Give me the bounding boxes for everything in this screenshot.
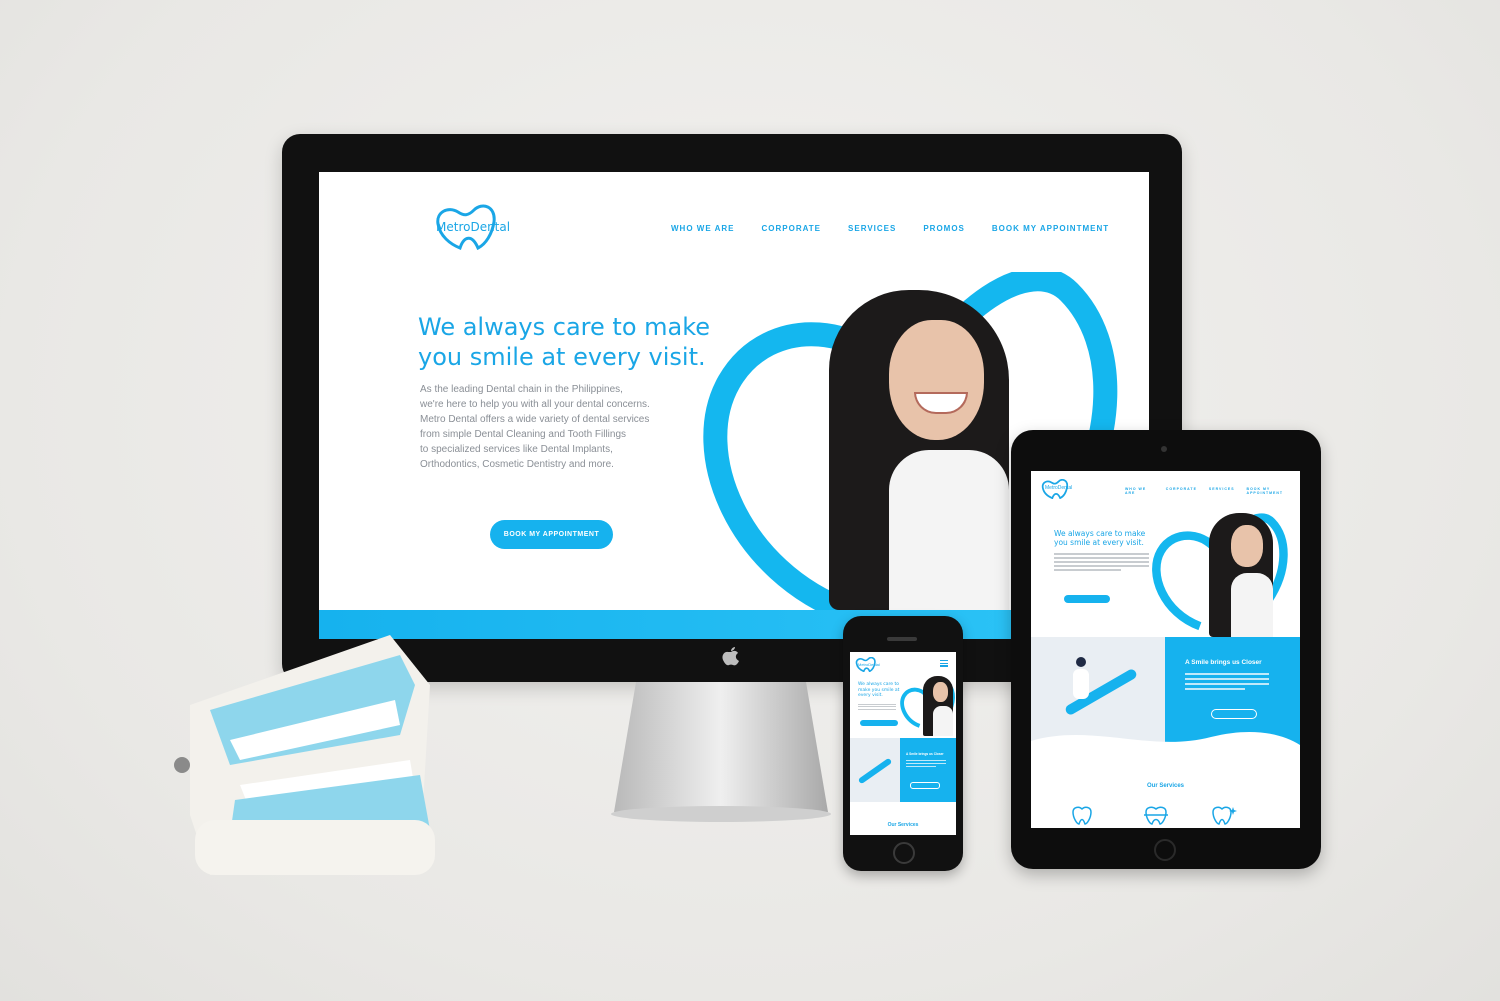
denture-model-image [174,635,435,875]
services-title: Our Services [1146,783,1185,789]
apple-logo-icon [722,647,739,666]
book-appointment-button[interactable] [860,720,898,726]
nav-services[interactable]: SERVICES [1209,487,1235,495]
nav-book-appointment[interactable]: BOOK MY APPOINTMENT [992,224,1109,233]
hero-title-line-1: We always care to make [418,313,711,341]
nav-promos[interactable]: PROMOS [923,224,965,233]
nav-who-we-are[interactable]: WHO WE ARE [671,224,734,233]
imac-stand [611,682,831,822]
learn-more-button[interactable] [1211,709,1257,719]
hero-title-line-2: you smile at every visit. [418,343,706,371]
hero-title: We always care to make you smile at ever… [1054,529,1145,547]
nav-services[interactable]: SERVICES [848,224,896,233]
section-title: A Smile brings us Closer [1185,659,1262,666]
hero-description [1054,551,1149,573]
learn-more-button[interactable] [910,782,940,789]
hero-person-image [829,290,1009,610]
closer-section: A Smile brings us Closer [900,738,956,802]
hero-title: We always care to make you smile at ever… [418,312,710,372]
section-title: A Smile brings us Closer [906,752,944,756]
hero-body-line: we're here to help you with all your den… [420,399,650,410]
nav-corporate[interactable]: CORPORATE [1166,487,1197,495]
site-logo[interactable]: MetroDental [434,204,512,250]
hero-body-line: As the leading Dental chain in the Phili… [420,384,623,395]
illustration-dentist [850,738,900,802]
book-appointment-button[interactable]: BOOK MY APPOINTMENT [490,520,613,549]
logo-text: MetroDental [858,662,880,667]
braces-service-icon[interactable] [1143,806,1169,826]
hero-body-line: Orthodontics, Cosmetic Dentistry and mor… [420,459,614,470]
sparkle-tooth-service-icon[interactable] [1211,806,1237,826]
mobile-website: MetroDental We always care to make you s… [850,652,956,835]
hero-title-line-2: you smile at every visit. [1054,538,1144,547]
hero-title: We always care to make you smile at ever… [858,682,899,699]
tablet-website: MetroDental WHO WE ARE CORPORATE SERVICE… [1031,471,1300,828]
hamburger-menu-icon[interactable] [940,660,948,667]
book-appointment-button[interactable] [1064,595,1110,603]
services-title: Our Services [887,822,919,828]
tablet-nav: WHO WE ARE CORPORATE SERVICES BOOK MY AP… [1125,487,1300,495]
main-nav: WHO WE ARE CORPORATE SERVICES PROMOS BOO… [671,224,1109,233]
tablet-home-button[interactable] [1154,839,1176,861]
hero-description [858,702,896,711]
logo-text: MetroDental [1045,485,1073,491]
hero-description: As the leading Dental chain in the Phili… [420,382,650,472]
hero-title-line-3: every visit. [858,693,883,698]
phone-home-button[interactable] [893,842,915,864]
hero-person-image [923,676,953,736]
wave-divider [1031,731,1300,753]
hero-person-image [1209,513,1273,637]
tooth-service-icon[interactable] [1071,806,1093,826]
hero-title-line-1: We always care to [858,682,899,687]
phone-speaker [887,637,917,641]
nav-who-we-are[interactable]: WHO WE ARE [1125,487,1154,495]
hero-title-line-1: We always care to make [1054,529,1146,538]
nav-book-appointment[interactable]: BOOK MY APPOINTMENT [1247,487,1300,495]
nav-corporate[interactable]: CORPORATE [761,224,821,233]
tablet-camera [1161,446,1167,452]
hero-body-line: to specialized services like Dental Impl… [420,444,613,455]
hero-body-line: Metro Dental offers a wide variety of de… [420,414,650,425]
logo-text: MetroDental [436,220,511,234]
hero-body-line: from simple Dental Cleaning and Tooth Fi… [420,429,627,440]
